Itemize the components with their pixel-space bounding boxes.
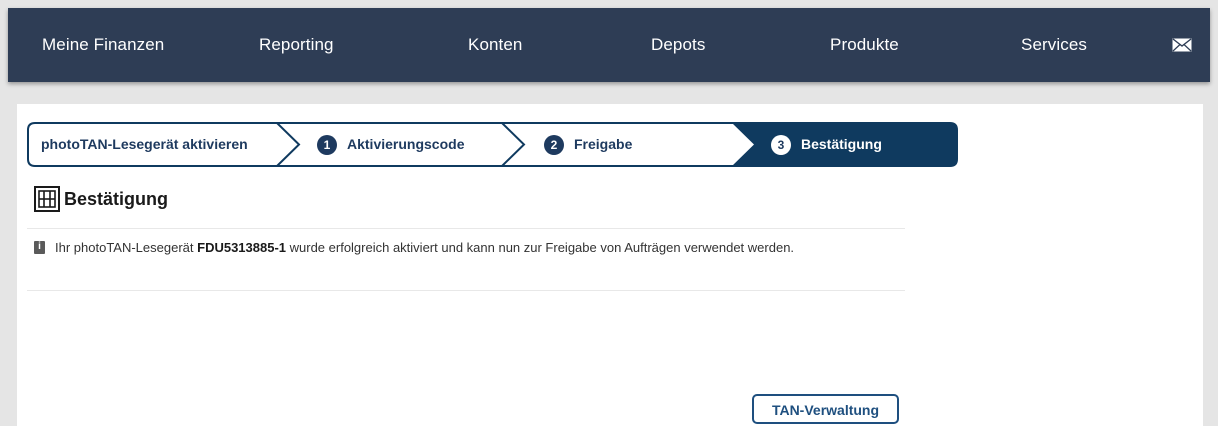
envelope-icon[interactable] [1172,38,1192,52]
success-message: i Ihr photoTAN-Lesegerät FDU5313885-1 wu… [34,237,904,259]
nav-item-services[interactable]: Services [1021,8,1087,82]
info-icon: i [34,241,45,254]
wizard-step-label: Bestätigung [801,136,882,152]
divider [27,228,905,229]
success-message-text: Ihr photoTAN-Lesegerät FDU5313885-1 wurd… [55,237,904,259]
message-suffix: wurde erfolgreich aktiviert und kann nun… [286,240,795,255]
wizard-step-label: Aktivierungscode [347,136,465,152]
message-prefix: Ihr photoTAN-Lesegerät [55,240,198,255]
nav-item-depots[interactable]: Depots [651,8,705,82]
top-navigation: Meine Finanzen Reporting Konten Depots P… [8,8,1210,82]
wizard-step-aktivierungscode: 1 Aktivierungscode [317,122,464,167]
divider [27,290,905,291]
device-id: FDU5313885-1 [197,240,287,255]
wizard-step-freigabe: 2 Freigabe [544,122,632,167]
wizard-step-label: photoTAN-Lesegerät aktivieren [41,136,248,152]
step-number-badge: 2 [544,134,564,155]
content-panel: photoTAN-Lesegerät aktivieren 1 Aktivier… [17,104,1203,426]
page-title: Bestätigung [64,188,169,209]
tan-verwaltung-button[interactable]: TAN-Verwaltung [752,394,899,424]
nav-item-meine-finanzen[interactable]: Meine Finanzen [42,8,164,82]
step-number-badge: 3 [771,134,791,155]
section-heading: Bestätigung [34,184,168,214]
nav-item-reporting[interactable]: Reporting [259,8,334,82]
wizard-step-label: Freigabe [574,136,633,152]
nav-item-konten[interactable]: Konten [468,8,522,82]
nav-item-produkte[interactable]: Produkte [830,8,899,82]
wizard-step-bestaetigung: 3 Bestätigung [771,122,882,167]
wizard-stepper: photoTAN-Lesegerät aktivieren 1 Aktivier… [27,122,958,167]
bank-logo-icon [34,186,60,212]
wizard-step-photoTAN: photoTAN-Lesegerät aktivieren [41,122,248,167]
step-number-badge: 1 [317,134,337,155]
